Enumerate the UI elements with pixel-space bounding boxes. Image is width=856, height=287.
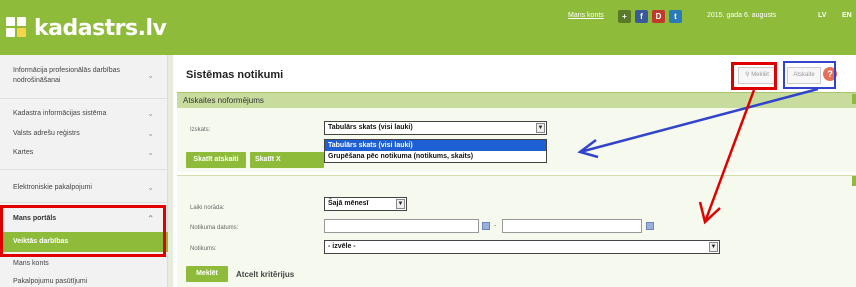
calendar-icon[interactable] — [482, 222, 490, 230]
chevron-down-icon: ▼ — [536, 123, 545, 133]
sidebar-item-label: Pakalpojumu pasūtījumi — [13, 278, 88, 285]
date-from-input[interactable] — [324, 219, 479, 233]
logo-mark-icon — [6, 17, 28, 39]
search-submit-button[interactable]: Meklēt — [186, 266, 228, 282]
plus-icon[interactable]: + — [618, 10, 631, 23]
event-select[interactable]: - izvēle - ▼ — [324, 240, 720, 254]
dropdown-option[interactable]: Grupēšana pēc notikuma (notikums, skaits… — [325, 151, 546, 162]
sidebar-item-address-register[interactable]: Valsts adrešu reģistrs ⌄ — [0, 128, 168, 140]
chevron-down-icon: ⌄ — [147, 129, 154, 138]
chevron-down-icon: ▼ — [396, 199, 405, 209]
date-range-dash: - — [494, 223, 497, 230]
site-header: kadastrs.lv Mans konts + f D t 2015. gad… — [0, 0, 856, 55]
annotation-red-box-search — [731, 62, 777, 90]
sidebar-item-maps[interactable]: Kartes ⌄ — [0, 147, 168, 159]
sidebar-divider — [0, 169, 168, 170]
event-label: Notikums: — [190, 246, 217, 252]
show-report-button[interactable]: Skatīt atskaiti — [186, 152, 246, 168]
sidebar-divider — [0, 202, 168, 203]
calendar-icon[interactable] — [646, 222, 654, 230]
period-select[interactable]: Šajā mēnesī ▼ — [324, 197, 407, 211]
show-report-alt-button[interactable]: Skatīt X — [250, 152, 324, 168]
lang-en-link[interactable]: EN — [842, 12, 852, 19]
dropdown-option[interactable]: Tabulārs skats (visi lauki) — [325, 140, 546, 151]
lang-lv-link[interactable]: LV — [818, 12, 826, 19]
twitter-icon[interactable]: t — [669, 10, 682, 23]
view-label: Izskats: — [190, 127, 211, 133]
view-dropdown-list: Tabulārs skats (visi lauki) Grupēšana pē… — [324, 139, 547, 163]
annotation-blue-box-report — [783, 61, 836, 89]
view-select-value: Tabulārs skats (visi lauki) — [328, 124, 413, 131]
clear-criteria-link[interactable]: Atcelt kritērijus — [236, 270, 294, 279]
sidebar-divider — [0, 98, 168, 99]
scroll-marker — [852, 94, 856, 104]
sidebar-item-professional-info[interactable]: Informācija profesionālās darbības nodro… — [0, 65, 168, 87]
period-select-value: Šajā mēnesī — [328, 200, 369, 207]
date-to-input[interactable] — [502, 219, 642, 233]
chevron-down-icon: ⌄ — [147, 183, 154, 192]
chevron-down-icon: ▼ — [709, 242, 718, 252]
event-select-value: - izvēle - — [328, 243, 356, 250]
current-date: 2015. gada 6. augusts — [707, 12, 777, 19]
sidebar-item-cadastre-system[interactable]: Kadastra informācijas sistēma ⌄ — [0, 108, 168, 120]
sidebar-item-label: Valsts adrešu reģistrs — [13, 130, 80, 137]
section-title: Atskaites noformējums — [183, 96, 264, 105]
sidebar-item-label: Elektroniskie pakalpojumi — [13, 184, 92, 191]
sidebar-item-label: Kartes — [13, 149, 34, 156]
sidebar-item-label: Mans konts — [13, 260, 49, 267]
annotation-red-box-sidebar — [0, 205, 166, 257]
chevron-down-icon: ⌄ — [147, 71, 154, 80]
sidebar-item-label: Informācija profesionālās darbības nodro… — [13, 67, 121, 84]
chevron-down-icon: ⌄ — [147, 109, 154, 118]
sidebar-item-my-account[interactable]: Mans konts — [0, 258, 168, 270]
chevron-down-icon: ⌄ — [147, 148, 154, 157]
date-label: Notikuma datums: — [190, 225, 239, 231]
sidebar-item-service-orders[interactable]: Pakalpojumu pasūtījumi — [0, 277, 168, 287]
logo-text: kadastrs.lv — [34, 15, 167, 41]
draugiem-icon[interactable]: D — [652, 10, 665, 23]
section-header: Atskaites noformējums — [177, 92, 856, 108]
sidebar-item-label: Kadastra informācijas sistēma — [13, 110, 107, 117]
page-title: Sistēmas notikumi — [186, 69, 284, 81]
view-select[interactable]: Tabulārs skats (visi lauki) ▼ — [324, 121, 547, 135]
my-account-link[interactable]: Mans konts — [568, 12, 604, 19]
scroll-marker — [852, 176, 856, 186]
facebook-icon[interactable]: f — [635, 10, 648, 23]
sidebar-item-e-services[interactable]: Elektroniskie pakalpojumi ⌄ — [0, 182, 168, 194]
site-logo[interactable]: kadastrs.lv — [6, 14, 167, 42]
period-label: Laiki norāda: — [190, 205, 225, 211]
